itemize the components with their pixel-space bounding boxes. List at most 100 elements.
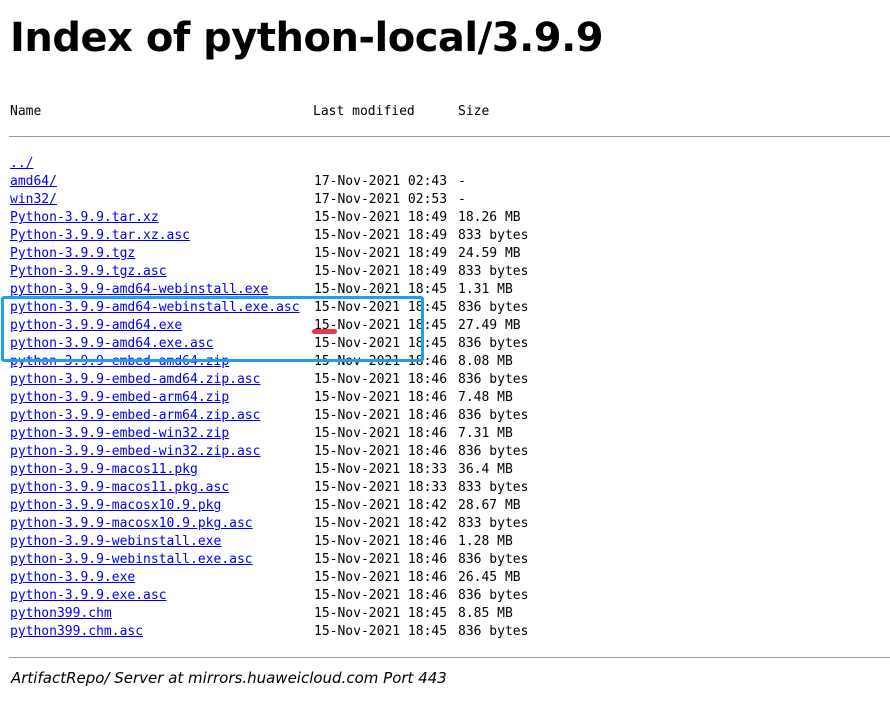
file-modified-date: 15-Nov-2021 18:46 xyxy=(314,534,448,549)
file-link[interactable]: python-3.9.9.exe.asc xyxy=(10,587,167,605)
file-row: python399.chm.asc 15-Nov-2021 18:45 836 by… xyxy=(0,623,890,641)
file-size: 7.48 MB xyxy=(458,390,513,405)
file-link[interactable]: python-3.9.9-embed-win32.zip.asc xyxy=(10,443,260,461)
file-size: 833 bytes xyxy=(458,516,529,531)
file-link[interactable]: python-3.9.9-webinstall.exe.asc xyxy=(10,551,253,569)
column-header-size: Size xyxy=(458,104,490,119)
file-link[interactable]: python-3.9.9-macosx10.9.pkg xyxy=(10,497,221,515)
file-row: python-3.9.9-embed-arm64.zip.asc 15-Nov-2… xyxy=(0,407,890,425)
file-size: 24.59 MB xyxy=(458,246,521,261)
file-row: python-3.9.9.exe.asc 15-Nov-2021 18:46 836… xyxy=(0,587,890,605)
file-row: amd64/17-Nov-2021 02:43- xyxy=(0,173,890,191)
file-size: 836 bytes xyxy=(458,372,529,387)
file-size: 27.49 MB xyxy=(458,318,521,333)
file-modified-date: 15-Nov-2021 18:49 xyxy=(314,210,448,225)
file-modified-date: 15-Nov-2021 18:45 xyxy=(314,606,448,621)
file-link[interactable]: python-3.9.9-macos11.pkg.asc xyxy=(10,479,229,497)
footer-divider xyxy=(9,657,890,658)
annotation-highlight-box xyxy=(1,296,424,362)
file-modified-date: 15-Nov-2021 18:46 xyxy=(314,588,448,603)
file-size: 26.45 MB xyxy=(458,570,521,585)
annotation-underline-mark xyxy=(312,329,337,334)
file-row: python-3.9.9-webinstall.exe 15-Nov-2021 1… xyxy=(0,533,890,551)
file-listing: ../amd64/17-Nov-2021 02:43- win32/17-Nov-… xyxy=(0,155,890,641)
file-row: Python-3.9.9.tgz 15-Nov-2021 18:49 24.59 M… xyxy=(0,245,890,263)
file-size: 8.08 MB xyxy=(458,354,513,369)
file-modified-date: 17-Nov-2021 02:43 xyxy=(314,174,448,189)
file-size: 833 bytes xyxy=(458,480,529,495)
file-link[interactable]: python-3.9.9-macos11.pkg xyxy=(10,461,198,479)
file-size: 7.31 MB xyxy=(458,426,513,441)
file-size: 18.26 MB xyxy=(458,210,521,225)
file-link[interactable]: amd64/ xyxy=(10,173,57,191)
file-modified-date: 15-Nov-2021 18:33 xyxy=(314,480,448,495)
file-size: - xyxy=(458,174,466,189)
file-modified-date: 15-Nov-2021 18:49 xyxy=(314,264,448,279)
file-size: 836 bytes xyxy=(458,624,529,639)
file-row: win32/17-Nov-2021 02:53- xyxy=(0,191,890,209)
file-size: 36.4 MB xyxy=(458,462,513,477)
file-size: 836 bytes xyxy=(458,444,529,459)
file-row: python399.chm 15-Nov-2021 18:45 8.85 MB xyxy=(0,605,890,623)
file-size: 8.85 MB xyxy=(458,606,513,621)
file-modified-date: 17-Nov-2021 02:53 xyxy=(314,192,448,207)
file-modified-date: 15-Nov-2021 18:46 xyxy=(314,390,448,405)
file-modified-date: 15-Nov-2021 18:46 xyxy=(314,408,448,423)
file-size: 836 bytes xyxy=(458,336,529,351)
file-link[interactable]: python-3.9.9-embed-amd64.zip.asc xyxy=(10,371,260,389)
file-row: python-3.9.9.exe 15-Nov-2021 18:46 26.45 M… xyxy=(0,569,890,587)
file-link[interactable]: python399.chm xyxy=(10,605,112,623)
file-row: python-3.9.9-macos11.pkg.asc 15-Nov-2021 … xyxy=(0,479,890,497)
file-modified-date: 15-Nov-2021 18:49 xyxy=(314,246,448,261)
file-link[interactable]: python-3.9.9-embed-arm64.zip xyxy=(10,389,229,407)
file-modified-date: 15-Nov-2021 18:46 xyxy=(314,372,448,387)
file-size: 1.31 MB xyxy=(458,282,513,297)
page-title: Index of python-local/3.9.9 xyxy=(10,15,604,61)
file-modified-date: 15-Nov-2021 18:42 xyxy=(314,498,448,513)
file-link[interactable]: Python-3.9.9.tar.xz xyxy=(10,209,159,227)
file-row: python-3.9.9-embed-win32.zip 15-Nov-2021 … xyxy=(0,425,890,443)
file-link[interactable]: python-3.9.9-embed-arm64.zip.asc xyxy=(10,407,260,425)
file-link[interactable]: ../ xyxy=(10,155,33,173)
header-divider xyxy=(9,136,890,137)
file-modified-date: 15-Nov-2021 18:42 xyxy=(314,516,448,531)
file-link[interactable]: Python-3.9.9.tgz.asc xyxy=(10,263,167,281)
server-signature: ArtifactRepo/ Server at mirrors.huaweicl… xyxy=(11,669,447,687)
file-modified-date: 15-Nov-2021 18:33 xyxy=(314,462,448,477)
file-row: python-3.9.9-embed-arm64.zip 15-Nov-2021 … xyxy=(0,389,890,407)
file-link[interactable]: Python-3.9.9.tgz xyxy=(10,245,135,263)
file-link[interactable]: python-3.9.9-embed-win32.zip xyxy=(10,425,229,443)
column-header-last-modified: Last modified xyxy=(313,104,415,119)
file-link[interactable]: python-3.9.9.exe xyxy=(10,569,135,587)
file-row: python-3.9.9-macos11.pkg 15-Nov-2021 18:3… xyxy=(0,461,890,479)
column-header-name: Name xyxy=(10,104,42,119)
file-link[interactable]: python-3.9.9-webinstall.exe xyxy=(10,533,221,551)
file-row: Python-3.9.9.tar.xz.asc 15-Nov-2021 18:49… xyxy=(0,227,890,245)
file-row: python-3.9.9-webinstall.exe.asc 15-Nov-20… xyxy=(0,551,890,569)
file-modified-date: 15-Nov-2021 18:45 xyxy=(314,624,448,639)
file-link[interactable]: Python-3.9.9.tar.xz.asc xyxy=(10,227,190,245)
file-size: 833 bytes xyxy=(458,264,529,279)
file-modified-date: 15-Nov-2021 18:46 xyxy=(314,552,448,567)
file-modified-date: 15-Nov-2021 18:49 xyxy=(314,228,448,243)
file-link[interactable]: win32/ xyxy=(10,191,57,209)
file-size: 836 bytes xyxy=(458,408,529,423)
file-row: python-3.9.9-embed-amd64.zip.asc 15-Nov-2… xyxy=(0,371,890,389)
file-row: python-3.9.9-macosx10.9.pkg.asc 15-Nov-20… xyxy=(0,515,890,533)
file-row: python-3.9.9-macosx10.9.pkg 15-Nov-2021 1… xyxy=(0,497,890,515)
file-size: 1.28 MB xyxy=(458,534,513,549)
file-size: 836 bytes xyxy=(458,300,529,315)
file-link[interactable]: python399.chm.asc xyxy=(10,623,143,641)
file-row: Python-3.9.9.tgz.asc 15-Nov-2021 18:49 833… xyxy=(0,263,890,281)
file-modified-date: 15-Nov-2021 18:46 xyxy=(314,444,448,459)
file-size: 836 bytes xyxy=(458,552,529,567)
file-size: 28.67 MB xyxy=(458,498,521,513)
file-link[interactable]: python-3.9.9-macosx10.9.pkg.asc xyxy=(10,515,253,533)
file-size: - xyxy=(458,192,466,207)
file-row: Python-3.9.9.tar.xz 15-Nov-2021 18:49 18.2… xyxy=(0,209,890,227)
file-size: 836 bytes xyxy=(458,588,529,603)
file-row: python-3.9.9-embed-win32.zip.asc 15-Nov-2… xyxy=(0,443,890,461)
file-size: 833 bytes xyxy=(458,228,529,243)
file-modified-date: 15-Nov-2021 18:46 xyxy=(314,426,448,441)
file-row: ../ xyxy=(0,155,890,173)
